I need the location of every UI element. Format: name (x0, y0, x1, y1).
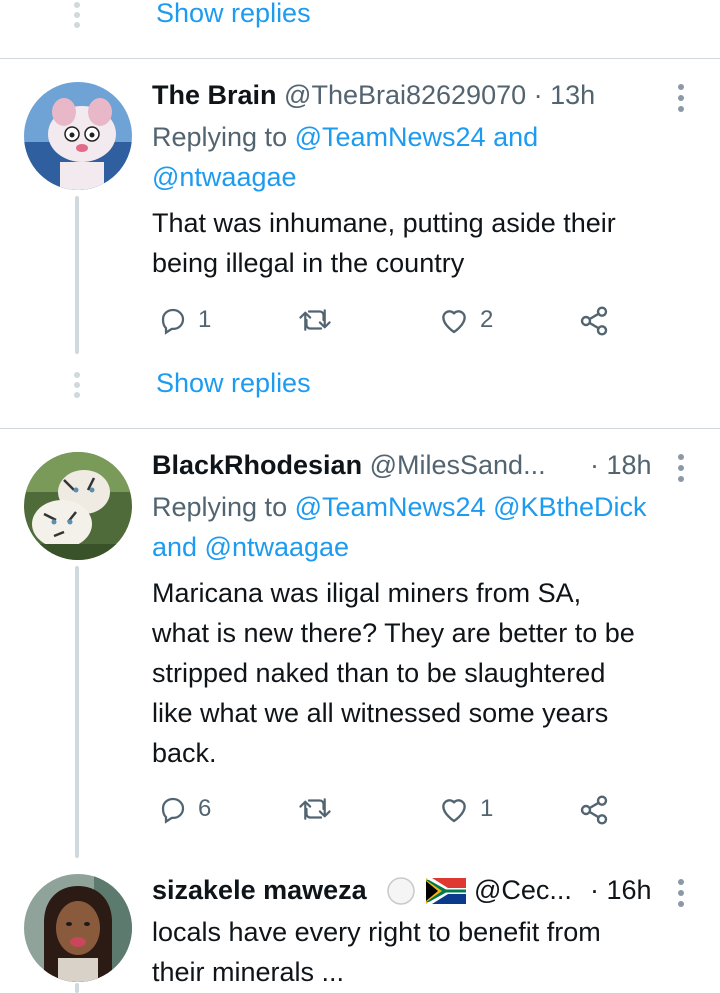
avatar-image (24, 452, 132, 560)
reply-button[interactable]: 6 (158, 794, 211, 824)
white-circle-emoji (384, 876, 418, 911)
share-button[interactable] (578, 305, 610, 337)
thread-continuation-dots (73, 2, 81, 28)
retweet-icon (299, 309, 331, 331)
tweet-text-line: what is new there? They are better to be (152, 618, 635, 648)
more-vertical-icon[interactable] (676, 454, 686, 482)
mention-links[interactable]: @TeamNews24 and (295, 122, 539, 152)
share-icon (580, 795, 608, 825)
replying-to: Replying to @TeamNews24 @KBtheDick and @… (152, 487, 697, 567)
tweet-text: That was inhumane, putting aside their b… (152, 203, 697, 283)
tweet-text-line: being illegal in the country (152, 248, 465, 278)
reply-button[interactable]: 1 (158, 305, 211, 335)
share-icon (580, 306, 608, 336)
avatar[interactable] (24, 452, 132, 560)
mention-links[interactable]: @TeamNews24 @KBtheDick (295, 492, 647, 522)
user-handle[interactable]: @TheBrai82629070 (284, 80, 526, 110)
tweet-header: sizakele maweza (152, 873, 367, 907)
thread-line (75, 566, 79, 858)
user-handle[interactable]: @Cec... (474, 873, 572, 907)
avatar-image (24, 874, 132, 982)
retweet-button[interactable] (298, 305, 342, 335)
display-name[interactable]: sizakele maweza (152, 875, 367, 905)
avatar[interactable] (24, 874, 132, 982)
more-vertical-icon[interactable] (676, 879, 686, 907)
tweet-text: locals have every right to benefit from … (152, 912, 697, 992)
reply-count: 6 (198, 795, 212, 822)
tweet-text: Maricana was iligal miners from SA, what… (152, 573, 697, 773)
south-africa-flag-icon (426, 878, 466, 909)
white-circle-icon (387, 877, 415, 905)
thread-line (75, 983, 79, 993)
thread-line (75, 196, 79, 354)
avatar[interactable] (24, 82, 132, 190)
like-count: 2 (480, 306, 494, 333)
like-count: 1 (480, 795, 494, 822)
tweet-header: The Brain @TheBrai82629070 · 13h (152, 78, 595, 112)
mention-links[interactable]: @ntwaagae (152, 157, 697, 197)
tweet-header: BlackRhodesian @MilesSand... (152, 448, 546, 482)
share-button[interactable] (578, 794, 610, 826)
divider (0, 428, 720, 429)
reply-icon (161, 797, 185, 824)
tweet-time[interactable]: · 16h (590, 873, 652, 907)
replying-prefix: Replying to (152, 122, 295, 152)
tweet-text-line: back. (152, 738, 217, 768)
more-vertical-icon[interactable] (676, 84, 686, 112)
replying-to: Replying to @TeamNews24 and @ntwaagae (152, 117, 697, 197)
retweet-button[interactable] (298, 794, 342, 824)
user-handle[interactable]: @MilesSand... (370, 450, 546, 480)
thread-continuation-dots (73, 372, 81, 398)
retweet-icon (299, 798, 331, 820)
display-name[interactable]: BlackRhodesian (152, 450, 362, 480)
tweet-text-line: That was inhumane, putting aside their (152, 208, 616, 238)
tweet-text-line: their minerals ... (152, 957, 345, 987)
tweet-text-line: locals have every right to benefit from (152, 917, 601, 947)
show-replies-link[interactable]: Show replies (156, 0, 311, 30)
like-button[interactable]: 2 (438, 305, 493, 335)
heart-icon (442, 310, 466, 334)
divider (0, 58, 720, 59)
display-name[interactable]: The Brain (152, 80, 277, 110)
show-replies-link[interactable]: Show replies (156, 366, 311, 400)
replying-prefix: Replying to (152, 492, 295, 522)
tweet-time[interactable]: · 13h (534, 80, 596, 110)
mention-links[interactable]: and @ntwaagae (152, 527, 697, 567)
reply-count: 1 (198, 306, 212, 333)
like-button[interactable]: 1 (438, 794, 493, 824)
reply-icon (161, 308, 185, 335)
tweet-time[interactable]: · 18h (590, 448, 652, 482)
heart-icon (442, 799, 466, 823)
tweet-text-line: Maricana was iligal miners from SA, (152, 578, 582, 608)
avatar-image (24, 82, 132, 190)
tweet-text-line: stripped naked than to be slaughtered (152, 658, 606, 688)
tweet-text-line: like what we all witnessed some years (152, 698, 609, 728)
